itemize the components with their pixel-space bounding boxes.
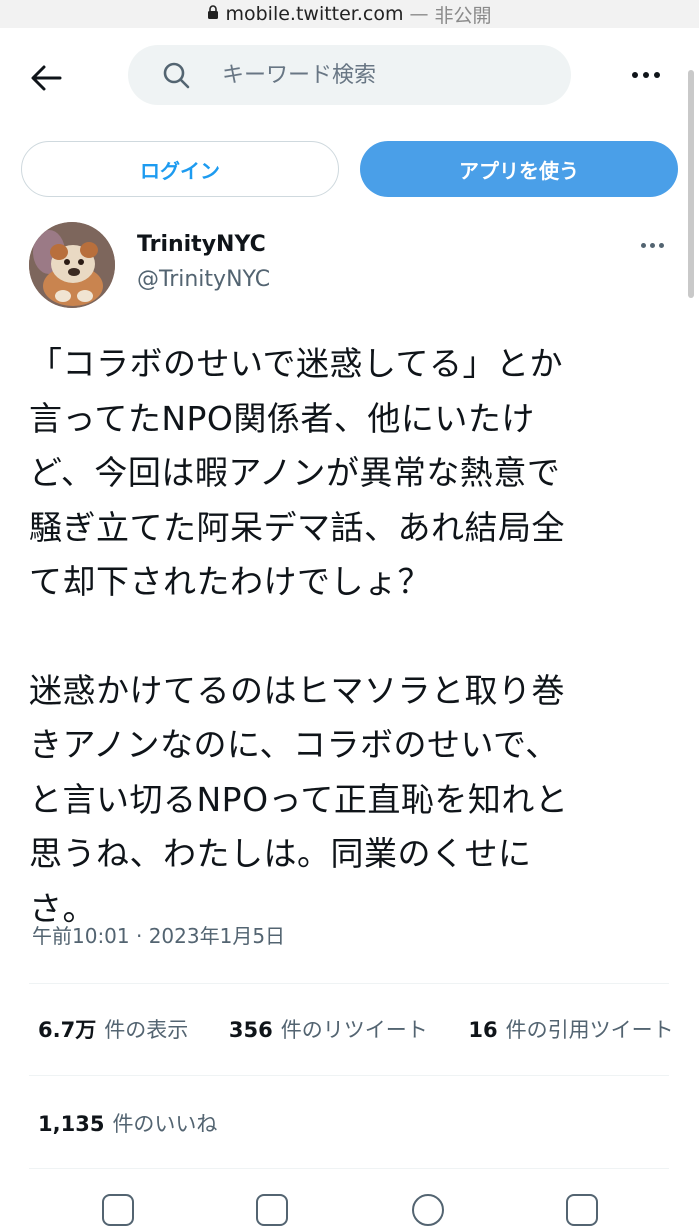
reply-icon[interactable]: [102, 1194, 134, 1226]
user-display-name[interactable]: TrinityNYC: [137, 232, 266, 257]
use-app-button[interactable]: アプリを使う: [360, 141, 678, 197]
browser-url-bar[interactable]: mobile.twitter.com — 非公開: [0, 0, 699, 28]
quotes-stat[interactable]: 16 件の引用ツイート: [468, 1018, 673, 1042]
search-icon: [163, 62, 190, 89]
views-label: 件の表示: [104, 1018, 189, 1042]
tweet-more-icon[interactable]: [641, 243, 664, 248]
views-count: 6.7万: [38, 1018, 97, 1042]
bulldog-avatar-icon: [29, 222, 115, 308]
scrollbar[interactable]: [688, 70, 694, 298]
tweet-line: きアノンなのに、コラボのせいで、: [29, 725, 559, 764]
url-separator: —: [409, 3, 429, 25]
back-arrow-icon[interactable]: [28, 60, 64, 96]
tweet-timestamp[interactable]: 午前10:01 · 2023年1月5日: [32, 920, 285, 949]
divider: [29, 983, 669, 984]
likes-count: 1,135: [38, 1112, 105, 1136]
share-icon[interactable]: [566, 1194, 598, 1226]
url-domain: mobile.twitter.com: [225, 3, 404, 25]
likes-label: 件のいいね: [112, 1112, 218, 1136]
private-label: 非公開: [434, 4, 492, 27]
retweet-icon[interactable]: [256, 1194, 288, 1226]
search-input[interactable]: [220, 61, 524, 89]
tweet-line: て却下されたわけでしょ？: [29, 562, 431, 601]
retweets-count: 356: [228, 1018, 273, 1042]
views-stat[interactable]: 6.7万 件の表示: [38, 1018, 188, 1042]
action-bar: [0, 1186, 699, 1226]
tweet-line: と言い切るNPOって正直恥を知れと: [29, 779, 569, 819]
avatar[interactable]: [29, 222, 115, 308]
like-icon[interactable]: [412, 1194, 444, 1226]
retweets-stat[interactable]: 356 件のリツイート: [229, 1018, 428, 1042]
login-button[interactable]: ログイン: [21, 141, 339, 197]
quotes-label: 件の引用ツイート: [505, 1018, 674, 1042]
tweet-line: 騒ぎ立てた阿呆デマ話、あれ結局全: [29, 507, 565, 547]
tweet-text: 「コラボのせいで迷惑してる」とか 言ってたNPO関係者、他にいたけ ど、今回は暇…: [29, 337, 669, 936]
lock-icon: [208, 5, 219, 19]
divider: [29, 1075, 669, 1076]
likes-stat[interactable]: 1,135 件のいいね: [38, 1108, 217, 1138]
tweet-line: ど、今回は暇アノンが異常な熱意で: [29, 453, 561, 492]
tweet-stats: 6.7万 件の表示 356 件のリツイート 16 件の引用ツイート: [38, 1014, 699, 1044]
tweet-line: 思うね、わたしは。同業のくせに: [29, 834, 532, 873]
retweets-label: 件のリツイート: [280, 1018, 428, 1042]
quotes-count: 16: [468, 1018, 498, 1042]
tweet-line: 「コラボのせいで迷惑してる」とか: [29, 344, 564, 383]
tweet-line: 言ってたNPO関係者、他にいたけ: [29, 398, 535, 438]
tweet-line: 迷惑かけてるのはヒマソラと取り巻: [29, 670, 565, 710]
user-handle[interactable]: @TrinityNYC: [137, 267, 270, 292]
search-bar[interactable]: [128, 45, 571, 105]
divider: [29, 1168, 669, 1169]
top-nav: [0, 40, 699, 112]
more-options-icon[interactable]: [632, 72, 660, 78]
